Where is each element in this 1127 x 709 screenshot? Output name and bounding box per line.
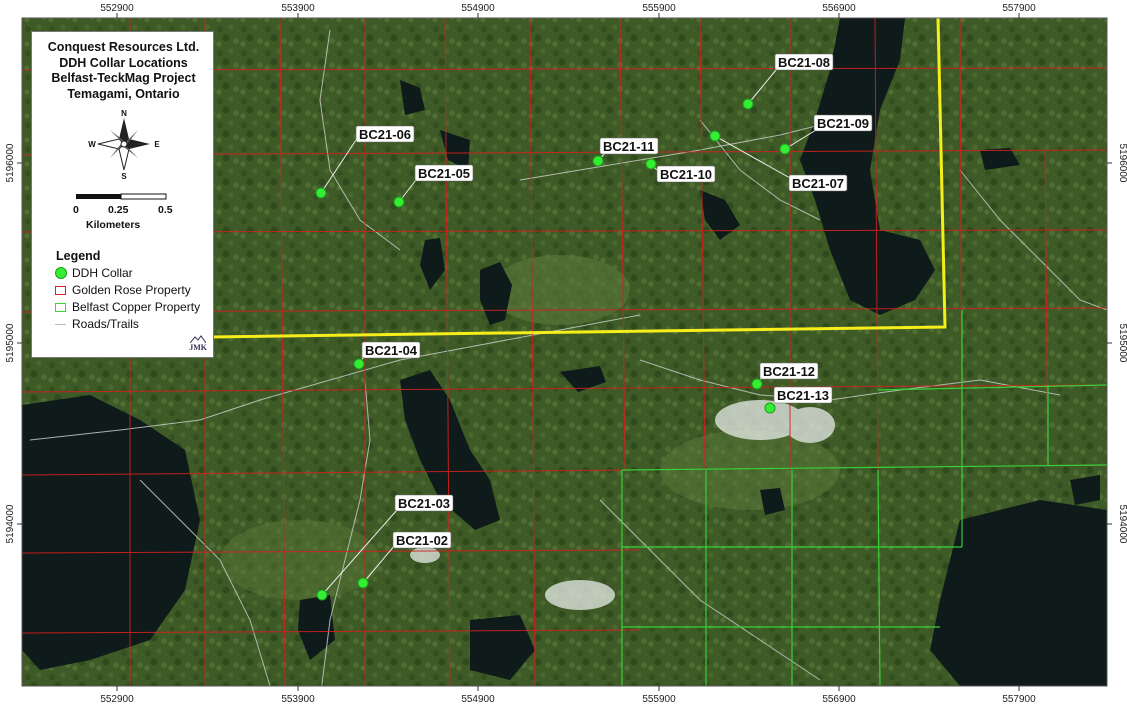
northing-tick-label: 5196000 [1117,144,1127,183]
easting-tick-label: 555900 [642,694,676,705]
cloud [785,407,835,443]
northing-tick-label: 5195000 [5,323,16,362]
compass-label-w: W [88,140,96,149]
legend-item-roads-trails: Roads/Trails [54,316,139,332]
easting-tick-label: 554900 [461,3,495,14]
scale-segment-light [120,193,167,200]
scale-label-0-25: 0.25 [108,204,129,216]
legend-label: Belfast Copper Property [72,300,201,314]
roads-trails-swatch-icon [54,317,68,331]
scale-segment-dark [76,194,121,199]
lake-small-9 [1070,475,1100,505]
legend-label: Roads/Trails [72,317,139,331]
northing-tick-label: 5195000 [1117,324,1127,363]
ddh-collar-bc21-11[interactable] [592,155,604,167]
compass-label-n: N [121,109,127,118]
clearing [220,520,380,600]
jmk-logo: JMK [189,335,207,352]
ddh-collar-bc21-04[interactable] [353,358,365,370]
easting-tick-label: 553900 [281,694,315,705]
collar-label-bc21-12: BC21-12 [763,364,815,379]
collar-label-bc21-04: BC21-04 [365,343,418,358]
golden-rose-swatch-icon [54,283,68,297]
collar-label-bc21-03: BC21-03 [398,496,450,511]
logo-mountain-icon [190,335,207,343]
ddh-collar-bc21-08[interactable] [742,98,754,110]
collar-label-bc21-10: BC21-10 [660,167,712,182]
easting-tick-label: 557900 [1002,3,1036,14]
collar-label-bc21-06: BC21-06 [359,127,411,142]
legend-label: Golden Rose Property [72,283,191,297]
map-title-line-3: Belfast-TeckMag Project [51,71,196,85]
ddh-collar-bc21-02[interactable] [357,577,369,589]
ddh-collar-swatch-icon [54,266,68,280]
easting-tick-label: 553900 [281,3,315,14]
northing-tick-label: 5194000 [5,504,16,543]
collar-label-bc21-09: BC21-09 [817,116,869,131]
easting-tick-label: 556900 [822,3,856,14]
scale-label-0: 0 [73,204,79,216]
legend-panel: Conquest Resources Ltd. DDH Collar Locat… [31,31,214,358]
legend-item-golden-rose: Golden Rose Property [54,282,191,298]
scale-units: Kilometers [86,219,141,231]
logo-text: JMK [189,343,207,352]
north-arrow-icon: N S E W [88,109,160,180]
belfast-copper-swatch-icon [54,300,68,314]
map-title-line-1: Conquest Resources Ltd. [47,40,200,54]
collar-label-bc21-08: BC21-08 [778,55,830,70]
map-title-line-2: DDH Collar Locations [59,56,188,70]
ddh-collar-bc21-07[interactable] [709,130,721,142]
cloud [545,580,615,610]
legend-heading: Legend [56,249,101,263]
northing-tick-label: 5196000 [5,143,16,182]
collar-label-bc21-02: BC21-02 [396,533,448,548]
ddh-collar-bc21-05[interactable] [393,196,405,208]
map-title-line-4: Temagami, Ontario [67,87,180,101]
scale-bar [76,193,167,200]
scale-label-0-5: 0.5 [158,204,173,216]
ddh-collar-bc21-09[interactable] [779,143,791,155]
easting-tick-label: 554900 [461,694,495,705]
legend-item-ddh-collar: DDH Collar [54,265,133,281]
collar-label-bc21-13: BC21-13 [777,388,829,403]
collar-label-bc21-05: BC21-05 [418,166,470,181]
easting-tick-label: 555900 [642,3,676,14]
collar-label-bc21-07: BC21-07 [792,176,844,191]
easting-tick-label: 552900 [100,694,134,705]
northing-tick-label: 5194000 [1117,505,1127,544]
easting-tick-label: 557900 [1002,694,1036,705]
collar-label-bc21-11: BC21-11 [603,139,654,154]
map-frame: 552900 553900 554900 555900 556900 55790… [0,0,1127,709]
ddh-collar-bc21-12[interactable] [751,378,763,390]
legend-label: DDH Collar [72,266,133,280]
compass-label-e: E [154,140,160,149]
compass-center [120,140,128,148]
ddh-collar-bc21-10[interactable] [645,158,657,170]
ddh-collar-bc21-13[interactable] [764,402,776,414]
easting-tick-label: 556900 [822,694,856,705]
ddh-collar-bc21-03[interactable] [316,589,328,601]
compass-label-s: S [121,172,127,180]
ddh-collar-bc21-06[interactable] [315,187,327,199]
legend-item-belfast-copper: Belfast Copper Property [54,299,200,315]
cloud [410,547,440,563]
easting-tick-label: 552900 [100,3,134,14]
